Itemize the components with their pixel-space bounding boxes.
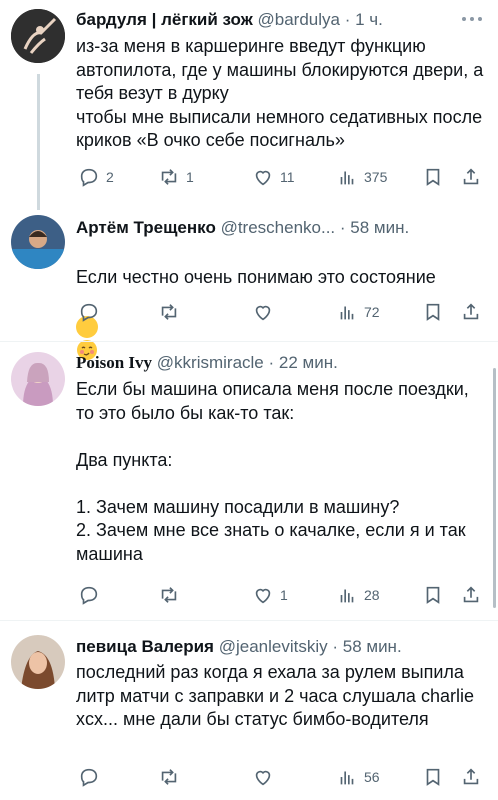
scrollbar[interactable] — [493, 368, 496, 608]
tweet-actions: 2 1 11 375 — [76, 164, 488, 190]
tweet-actions: 1 28 — [76, 582, 488, 608]
more-options-icon[interactable] — [462, 17, 482, 23]
bookmark-icon — [426, 768, 440, 786]
share-icon — [463, 303, 479, 320]
views-count: 375 — [364, 169, 388, 185]
retweet-icon — [161, 169, 177, 185]
bookmark-button[interactable] — [422, 764, 444, 790]
tweet-actions: 72 — [76, 299, 488, 325]
avatar[interactable] — [11, 9, 65, 63]
tweet-time[interactable]: · 22 мин. — [269, 353, 338, 372]
author-handle[interactable]: @kkrismiracle — [157, 353, 264, 372]
reply-button[interactable] — [78, 582, 100, 608]
share-button[interactable] — [460, 582, 482, 608]
views-button[interactable]: 375 — [336, 164, 387, 190]
heart-icon — [255, 305, 271, 321]
bookmark-icon — [426, 586, 440, 604]
tweet-treschenko[interactable]: Артём Трещенко @treschenko... · 58 мин. … — [0, 205, 498, 360]
retweet-button[interactable] — [158, 299, 180, 325]
bookmark-button[interactable] — [422, 582, 444, 608]
heart-icon — [255, 588, 271, 604]
avatar[interactable] — [11, 215, 65, 269]
reply-icon — [80, 168, 98, 187]
share-icon — [463, 168, 479, 185]
tweet-time[interactable]: · 1 ч. — [345, 10, 383, 29]
views-button[interactable]: 56 — [336, 764, 380, 790]
views-button[interactable]: 72 — [336, 299, 380, 325]
tweet-header: Артём Трещенко @treschenko... · 58 мин. — [76, 217, 488, 239]
bookmark-button[interactable] — [422, 164, 444, 190]
reply-button[interactable]: 2 — [78, 164, 114, 190]
bookmark-icon — [426, 303, 440, 321]
views-icon — [340, 771, 354, 785]
tweet-time[interactable]: · 58 мин. — [332, 637, 401, 656]
retweet-button[interactable] — [158, 764, 180, 790]
share-button[interactable] — [460, 299, 482, 325]
retweet-count: 1 — [186, 169, 194, 185]
tweet-header: Poison Ivy @kkrismiracle · 22 мин. — [76, 352, 488, 374]
tweet-kkrismiracle[interactable]: Poison Ivy @kkrismiracle · 22 мин. Если … — [0, 342, 498, 620]
retweet-icon — [161, 304, 177, 320]
tweet-text: из-за меня в каршеринге введут функцию а… — [76, 36, 484, 150]
author-name[interactable]: певица Валерия — [76, 637, 214, 656]
author-name[interactable]: Артём Трещенко — [76, 218, 216, 237]
reply-button[interactable] — [78, 299, 100, 325]
reply-icon — [80, 768, 98, 787]
share-button[interactable] — [460, 164, 482, 190]
views-count: 28 — [364, 587, 380, 603]
retweet-icon — [161, 587, 177, 603]
reply-icon — [80, 303, 98, 322]
tweet-text: последний раз когда я ехала за рулем вып… — [76, 662, 474, 729]
avatar[interactable] — [11, 635, 65, 689]
like-button[interactable]: 11 — [252, 164, 295, 190]
tweet-text: Если бы машина описала меня после поездк… — [76, 379, 469, 564]
avatar[interactable] — [11, 352, 65, 406]
share-icon — [463, 586, 479, 603]
like-button[interactable]: 1 — [252, 582, 288, 608]
author-name[interactable]: Poison Ivy — [76, 353, 152, 372]
tweet-text-content: Если честно очень понимаю это состояние — [76, 266, 436, 287]
tweet-header: певица Валерия @jeanlevitskiy · 58 мин. — [76, 636, 488, 658]
like-button[interactable] — [252, 764, 274, 790]
author-name[interactable]: бардуля | лёгкий зож — [76, 10, 253, 29]
retweet-button[interactable]: 1 — [158, 164, 194, 190]
bookmark-icon — [426, 168, 440, 186]
author-handle[interactable]: @bardulya — [258, 10, 340, 29]
like-count: 11 — [280, 169, 295, 185]
views-count: 56 — [364, 769, 380, 785]
tweet-jeanlevitskiy[interactable]: певица Валерия @jeanlevitskiy · 58 мин. … — [0, 621, 498, 800]
reply-icon — [80, 586, 98, 605]
reply-button[interactable] — [78, 764, 100, 790]
bookmark-button[interactable] — [422, 299, 444, 325]
views-icon — [340, 171, 354, 185]
share-button[interactable] — [460, 764, 482, 790]
tweet-actions: 56 — [76, 764, 488, 790]
author-handle[interactable]: @jeanlevitskiy — [219, 637, 328, 656]
heart-icon — [255, 770, 271, 786]
views-icon — [340, 306, 354, 320]
author-handle[interactable]: @treschenko... — [221, 218, 336, 237]
views-icon — [340, 589, 354, 603]
tweet-header: бардуля | лёгкий зож @bardulya · 1 ч. — [76, 9, 488, 31]
like-button[interactable] — [252, 299, 274, 325]
tweet-bardulya[interactable]: бардуля | лёгкий зож @bardulya · 1 ч. из… — [0, 0, 498, 205]
retweet-icon — [161, 769, 177, 785]
share-icon — [463, 768, 479, 785]
heart-icon — [255, 170, 271, 186]
reply-count: 2 — [106, 169, 114, 185]
views-button[interactable]: 28 — [336, 582, 380, 608]
retweet-button[interactable] — [158, 582, 180, 608]
tweet-time[interactable]: · 58 мин. — [340, 218, 409, 237]
like-count: 1 — [280, 587, 288, 603]
views-count: 72 — [364, 304, 380, 320]
